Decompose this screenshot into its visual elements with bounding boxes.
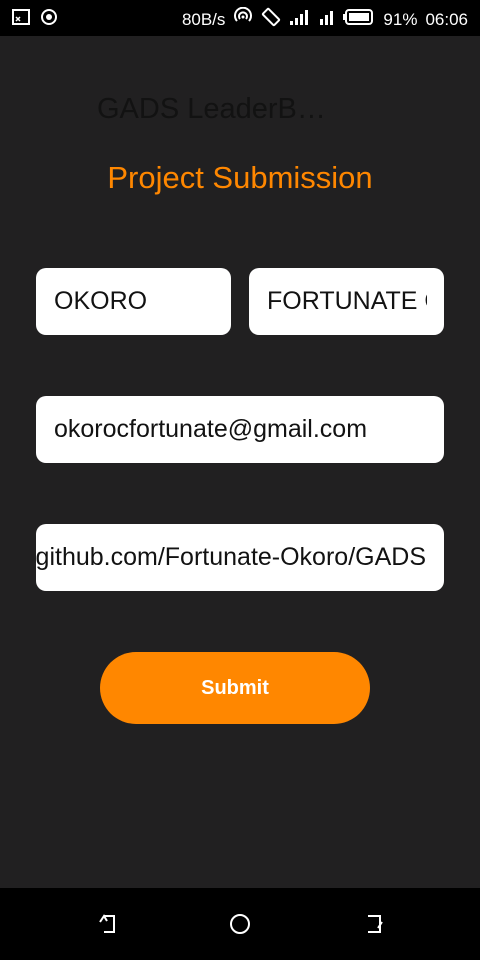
last-name-value: FORTUNATE OK — [267, 287, 427, 315]
email-field[interactable]: okorocfortunate@gmail.com — [36, 396, 444, 463]
battery-icon — [343, 9, 375, 30]
navigation-bar — [0, 888, 480, 960]
first-name-value: OKORO — [54, 287, 148, 315]
project-link-value: github.com/Fortunate-Okoro/GADS — [36, 543, 426, 571]
rotate-icon — [261, 7, 281, 32]
clock: 06:06 — [425, 9, 468, 29]
record-icon — [40, 8, 58, 31]
last-name-field[interactable]: FORTUNATE OK — [249, 268, 444, 335]
battery-percent: 91% — [383, 9, 418, 29]
status-bar: 80B/s 91% 06:06 — [0, 0, 480, 36]
recents-icon[interactable] — [362, 912, 386, 936]
project-link-field[interactable]: github.com/Fortunate-Okoro/GADS — [36, 524, 444, 591]
home-icon[interactable] — [228, 912, 252, 936]
signal-icon — [289, 8, 311, 31]
network-speed: 80B/s — [181, 9, 226, 29]
email-value: okorocfortunate@gmail.com — [54, 415, 368, 443]
page-title: Project Submission — [107, 160, 373, 195]
screen-cast-icon — [12, 9, 30, 30]
wifi-hotspot-icon — [233, 6, 253, 32]
signal-4g-icon — [319, 8, 335, 31]
app-title: GADS LeaderB… — [97, 93, 326, 125]
back-icon[interactable] — [96, 912, 120, 936]
first-name-field[interactable]: OKORO — [36, 268, 231, 335]
submit-button[interactable]: Submit — [100, 652, 370, 724]
